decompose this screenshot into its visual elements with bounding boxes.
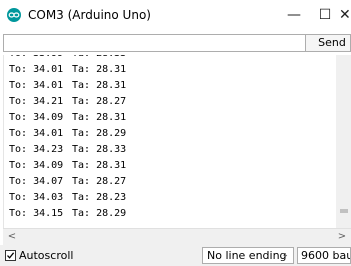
baud-rate-select[interactable]: 9600 baud	[297, 247, 351, 264]
scrollbar-thumb[interactable]	[340, 209, 348, 213]
window-title: COM3 (Arduino Uno)	[28, 8, 151, 22]
object-temp-value: To: 34.01	[9, 64, 64, 75]
ambient-temp-value: Ta: 28.29	[72, 128, 127, 139]
object-temp-value: To: 34.03	[9, 192, 64, 203]
status-bar: Autoscroll No line ending ⌄ 9600 baud	[0, 245, 351, 266]
object-temp-value: To: 34.01	[9, 128, 64, 139]
serial-send-input[interactable]	[3, 34, 306, 52]
ambient-temp-value: Ta: 28.31	[72, 80, 127, 91]
horizontal-scrollbar[interactable]: < >	[3, 228, 351, 245]
line-ending-value: No line ending	[207, 249, 287, 262]
ambient-temp-value: Ta: 28.31	[72, 112, 127, 123]
arduino-logo-icon	[7, 8, 21, 22]
ambient-temp-value: Ta: 28.29	[72, 208, 127, 219]
scroll-right-icon[interactable]: >	[335, 230, 349, 244]
ambient-temp-value: Ta: 28.31	[72, 160, 127, 171]
ambient-temp-value: Ta: 28.27	[72, 96, 127, 107]
object-temp-value: To: 34.15	[9, 208, 64, 219]
autoscroll-label: Autoscroll	[19, 249, 74, 262]
object-temp-value: To: 34.21	[9, 96, 64, 107]
ambient-temp-value: Ta: 28.33	[72, 144, 127, 155]
ambient-temp-value: Ta: 28.27	[72, 176, 127, 187]
object-temp-value: To: 34.07	[9, 176, 64, 187]
ambient-temp-value: Ta: 28.31	[72, 64, 127, 75]
vertical-scrollbar[interactable]	[336, 55, 351, 228]
ambient-temp-value: Ta: 28.23	[72, 192, 127, 203]
object-temp-value: To: 34.23	[9, 144, 64, 155]
autoscroll-checkbox[interactable]	[5, 250, 16, 261]
chevron-down-icon: ⌄	[281, 250, 289, 260]
object-temp-value: To: 34.09	[9, 112, 64, 123]
send-button[interactable]: Send	[306, 34, 351, 52]
line-ending-select[interactable]: No line ending ⌄	[202, 247, 294, 264]
object-temp-value: To: 33.99	[9, 55, 63, 62]
object-temp-value: To: 34.09	[9, 160, 64, 171]
ambient-temp-value: Ta: 28.33	[72, 55, 126, 62]
object-temp-value: To: 34.01	[9, 80, 64, 91]
checkmark-icon	[7, 252, 15, 259]
baud-rate-value: 9600 baud	[301, 249, 350, 262]
close-button[interactable]: ✕	[330, 0, 351, 30]
scroll-left-icon[interactable]: <	[5, 230, 19, 244]
serial-output[interactable]: To: 33.99 Ta: 28.33 To: 34.01 Ta: 28.31 To: …	[3, 55, 337, 228]
title-bar: COM3 (Arduino Uno) — ☐ ✕	[0, 0, 351, 30]
